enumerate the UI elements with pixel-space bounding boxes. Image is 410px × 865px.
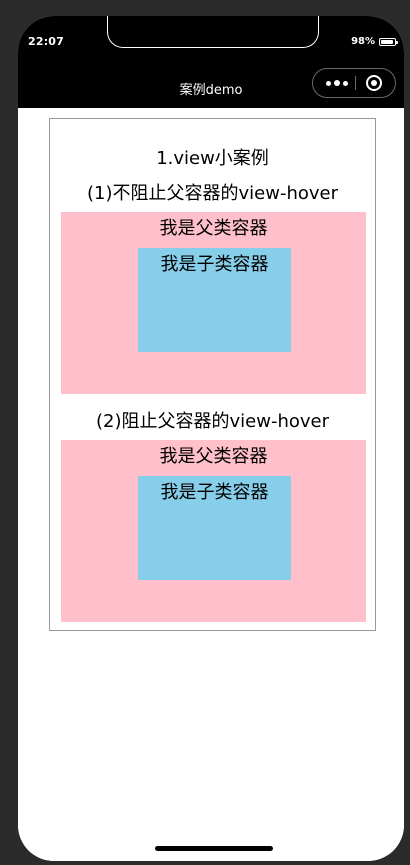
dot-icon — [343, 80, 348, 86]
close-mini-program-icon[interactable] — [366, 75, 382, 91]
status-bar: 22:07 98% — [18, 16, 404, 74]
battery-fill — [381, 39, 393, 44]
battery-icon — [379, 37, 398, 46]
more-dots-icon[interactable] — [321, 69, 353, 97]
home-indicator[interactable] — [155, 846, 273, 851]
child-container-1[interactable]: 我是子类容器 — [138, 248, 291, 352]
child-container-label: 我是子类容器 — [160, 254, 269, 275]
parent-container-label: 我是父类容器 — [159, 218, 268, 239]
child-container-2[interactable]: 我是子类容器 — [138, 476, 291, 580]
navigation-bar: 案例demo — [18, 68, 404, 108]
page-title: 1.view小案例 — [156, 148, 269, 169]
notch — [107, 16, 319, 48]
demo-container: 1.view小案例 (1)不阻止父容器的view-hover 我是父类容器 我是… — [49, 118, 376, 631]
menu-capsule — [312, 68, 396, 98]
parent-container-2[interactable]: 我是父类容器 我是子类容器 — [61, 440, 366, 622]
status-right: 98% — [351, 36, 398, 47]
dot-icon — [326, 80, 331, 86]
section-1-title: (1)不阻止父容器的view-hover — [87, 183, 338, 204]
capsule-divider — [355, 76, 356, 90]
section-2-title: (2)阻止父容器的view-hover — [96, 411, 329, 432]
parent-container-label: 我是父类容器 — [159, 446, 268, 467]
child-container-label: 我是子类容器 — [160, 482, 269, 503]
status-time: 22:07 — [28, 35, 65, 48]
parent-container-1[interactable]: 我是父类容器 我是子类容器 — [61, 212, 366, 394]
page-content: 1.view小案例 (1)不阻止父容器的view-hover 我是父类容器 我是… — [18, 108, 404, 861]
battery-percentage: 98% — [351, 36, 375, 47]
dot-icon — [334, 80, 340, 86]
phone-screen: 22:07 98% 案例demo 1.view小案例 (1)不阻止父容器的vie… — [18, 16, 404, 861]
